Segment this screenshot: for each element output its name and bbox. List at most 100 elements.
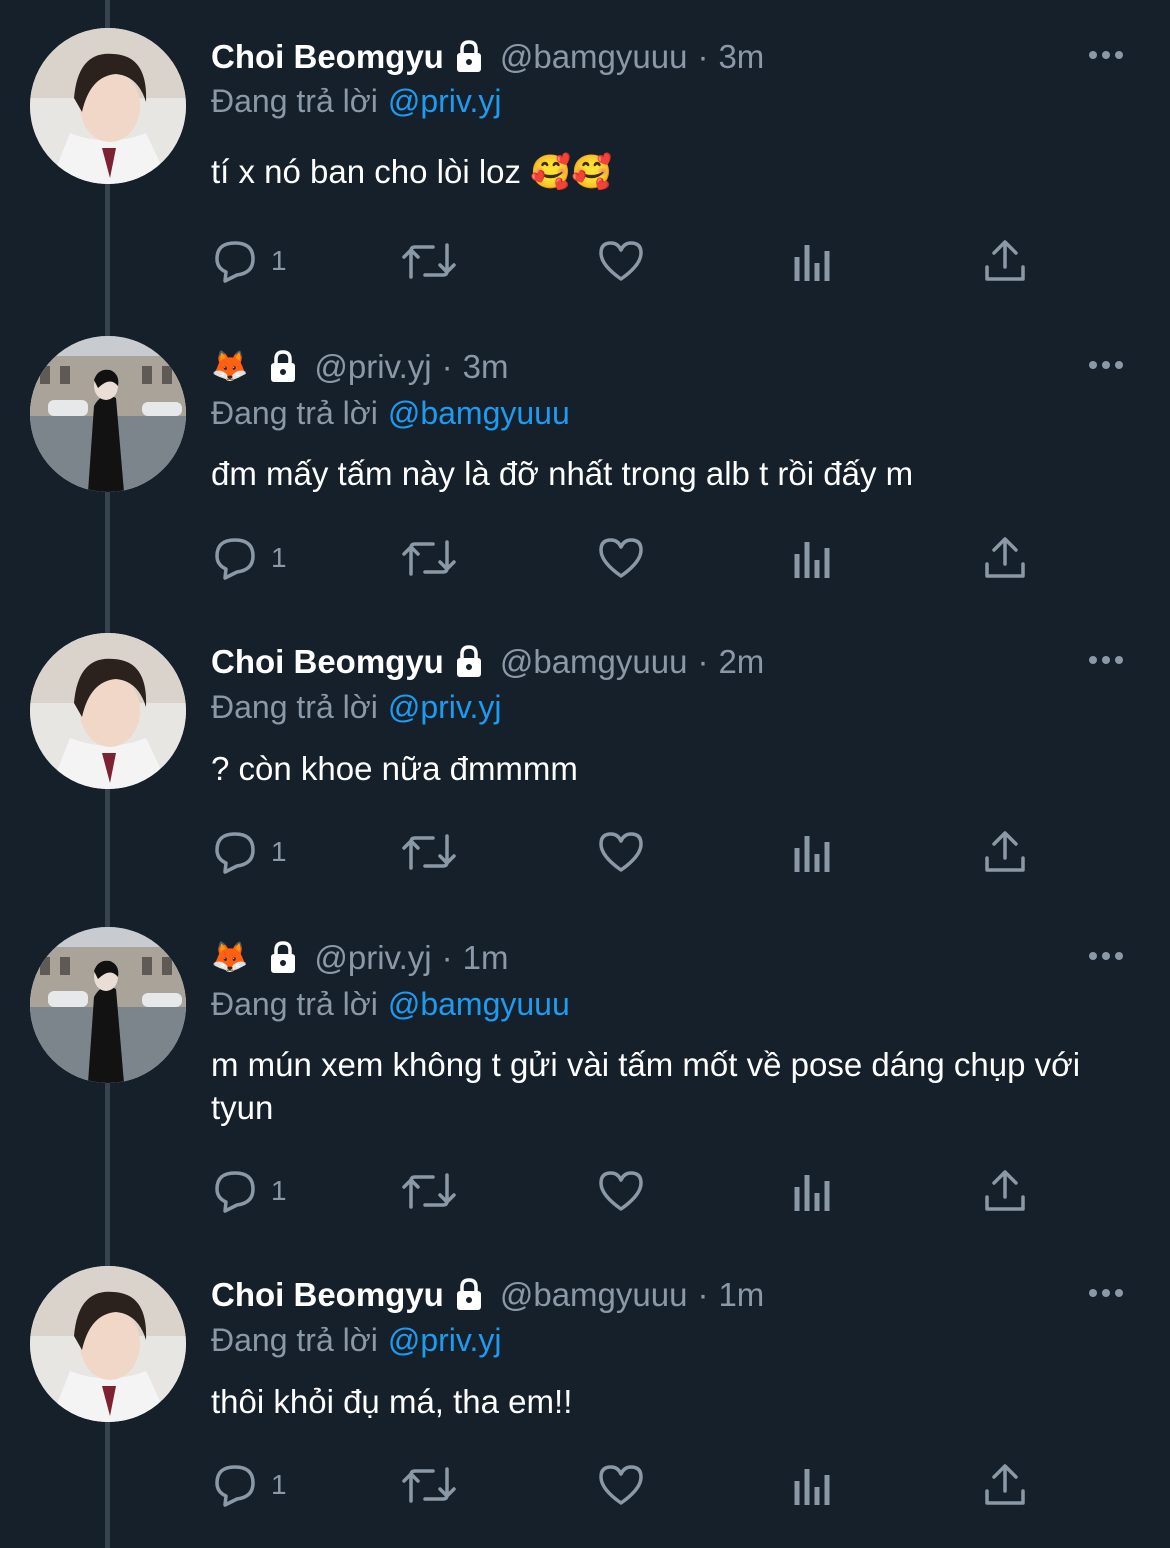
views-button[interactable] <box>791 236 835 286</box>
like-button[interactable] <box>597 1460 645 1510</box>
tweet-text: ? còn khoe nữa đmmmm <box>211 750 578 787</box>
share-button[interactable] <box>981 827 1029 877</box>
user-handle[interactable]: @priv.yj <box>314 939 431 977</box>
timestamp[interactable]: 1m <box>718 1276 764 1314</box>
separator-dot: · <box>697 1276 709 1313</box>
views-button[interactable] <box>791 827 835 877</box>
reply-button[interactable]: 1 <box>211 1166 287 1216</box>
display-name[interactable]: 🦊 <box>211 352 248 382</box>
views-button[interactable] <box>791 1460 835 1510</box>
retweet-button[interactable] <box>401 236 457 286</box>
separator-dot: · <box>441 348 453 385</box>
tweet-actions: 1 <box>211 533 1041 583</box>
retweet-button[interactable] <box>401 1460 457 1510</box>
tweet-text: m mún xem không t gửi vài tấm mốt về pos… <box>211 1046 1081 1126</box>
user-handle[interactable]: @bamgyuuu <box>500 1276 688 1314</box>
tweet-actions: 1 <box>211 827 1041 877</box>
lock-icon <box>456 40 481 72</box>
heart-icon <box>599 241 643 281</box>
user-handle[interactable]: @bamgyuuu <box>500 643 688 681</box>
retweet-icon <box>402 1173 456 1209</box>
tweet-header: 🦊 @priv.yj · 1m <box>211 936 508 980</box>
analytics-icon <box>794 836 830 872</box>
share-button[interactable] <box>981 1166 1029 1216</box>
lock-icon <box>456 645 481 677</box>
tweet-actions: 1 <box>211 236 1041 286</box>
mention-link[interactable]: @bamgyuuu <box>388 986 570 1022</box>
retweet-icon <box>402 540 456 576</box>
views-button[interactable] <box>791 533 835 583</box>
more-options-icon[interactable] <box>1086 1278 1126 1308</box>
reply-icon <box>215 538 255 580</box>
replying-to: Đang trả lời @priv.yj <box>211 689 502 726</box>
tweet-header: Choi Beomgyu @bamgyuuu · 1m <box>211 1273 764 1317</box>
heart-icon <box>599 1171 643 1211</box>
share-button[interactable] <box>981 533 1029 583</box>
street-photo-avatar <box>30 927 186 1083</box>
share-button[interactable] <box>981 236 1029 286</box>
timestamp[interactable]: 2m <box>718 643 764 681</box>
boy-portrait-avatar <box>30 1266 186 1422</box>
mention-link[interactable]: @priv.yj <box>388 689 502 725</box>
display-name[interactable]: Choi Beomgyu <box>211 1276 444 1314</box>
more-options-icon[interactable] <box>1086 350 1126 380</box>
reply-count: 1 <box>271 1469 287 1500</box>
heart-icon <box>599 832 643 872</box>
replying-to: Đang trả lời @priv.yj <box>211 83 502 120</box>
retweet-button[interactable] <box>401 827 457 877</box>
reply-button[interactable]: 1 <box>211 236 287 286</box>
views-button[interactable] <box>791 1166 835 1216</box>
replying-to: Đang trả lời @bamgyuuu <box>211 986 570 1023</box>
retweet-icon <box>402 834 456 870</box>
lock-icon <box>456 1278 481 1310</box>
like-button[interactable] <box>597 533 645 583</box>
heart-icon <box>599 1465 643 1505</box>
display-name[interactable]: 🦊 <box>211 943 248 973</box>
like-button[interactable] <box>597 236 645 286</box>
analytics-icon <box>794 542 830 578</box>
replying-to-label: Đang trả lời <box>211 395 378 431</box>
tweet-actions: 1 <box>211 1460 1041 1510</box>
reply-count: 1 <box>271 1175 287 1206</box>
more-options-icon[interactable] <box>1086 40 1126 70</box>
mention-link[interactable]: @priv.yj <box>388 83 502 119</box>
reply-button[interactable]: 1 <box>211 1460 287 1510</box>
replying-to-label: Đang trả lời <box>211 83 378 119</box>
timestamp[interactable]: 1m <box>463 939 509 977</box>
share-button[interactable] <box>981 1460 1029 1510</box>
lock-icon <box>271 350 296 382</box>
more-options-icon[interactable] <box>1086 941 1126 971</box>
reply-icon <box>215 241 255 283</box>
mention-link[interactable]: @bamgyuuu <box>388 395 570 431</box>
like-button[interactable] <box>597 827 645 877</box>
timestamp[interactable]: 3m <box>463 348 509 386</box>
share-icon <box>985 831 1025 872</box>
replying-to-label: Đang trả lời <box>211 1322 378 1358</box>
avatar[interactable] <box>30 336 186 492</box>
display-name[interactable]: Choi Beomgyu <box>211 643 444 681</box>
replying-to-label: Đang trả lời <box>211 986 378 1022</box>
avatar[interactable] <box>30 1266 186 1422</box>
avatar[interactable] <box>30 633 186 789</box>
heart-icon <box>599 538 643 578</box>
reply-button[interactable]: 1 <box>211 827 287 877</box>
separator-dot: · <box>697 38 709 75</box>
tweet-header: Choi Beomgyu @bamgyuuu · 2m <box>211 640 764 684</box>
tweet-text: thôi khỏi đụ má, tha em!! <box>211 1383 573 1420</box>
avatar[interactable] <box>30 28 186 184</box>
user-handle[interactable]: @bamgyuuu <box>500 38 688 76</box>
retweet-button[interactable] <box>401 533 457 583</box>
share-icon <box>985 1464 1025 1505</box>
reply-button[interactable]: 1 <box>211 533 287 583</box>
avatar[interactable] <box>30 927 186 1083</box>
user-handle[interactable]: @priv.yj <box>314 348 431 386</box>
street-photo-avatar <box>30 336 186 492</box>
timestamp[interactable]: 3m <box>718 38 764 76</box>
boy-portrait-avatar <box>30 28 186 184</box>
retweet-button[interactable] <box>401 1166 457 1216</box>
like-button[interactable] <box>597 1166 645 1216</box>
tweet-text: đm mấy tấm này là đỡ nhất trong alb t rồ… <box>211 455 914 492</box>
display-name[interactable]: Choi Beomgyu <box>211 38 444 76</box>
mention-link[interactable]: @priv.yj <box>388 1322 502 1358</box>
more-options-icon[interactable] <box>1086 645 1126 675</box>
